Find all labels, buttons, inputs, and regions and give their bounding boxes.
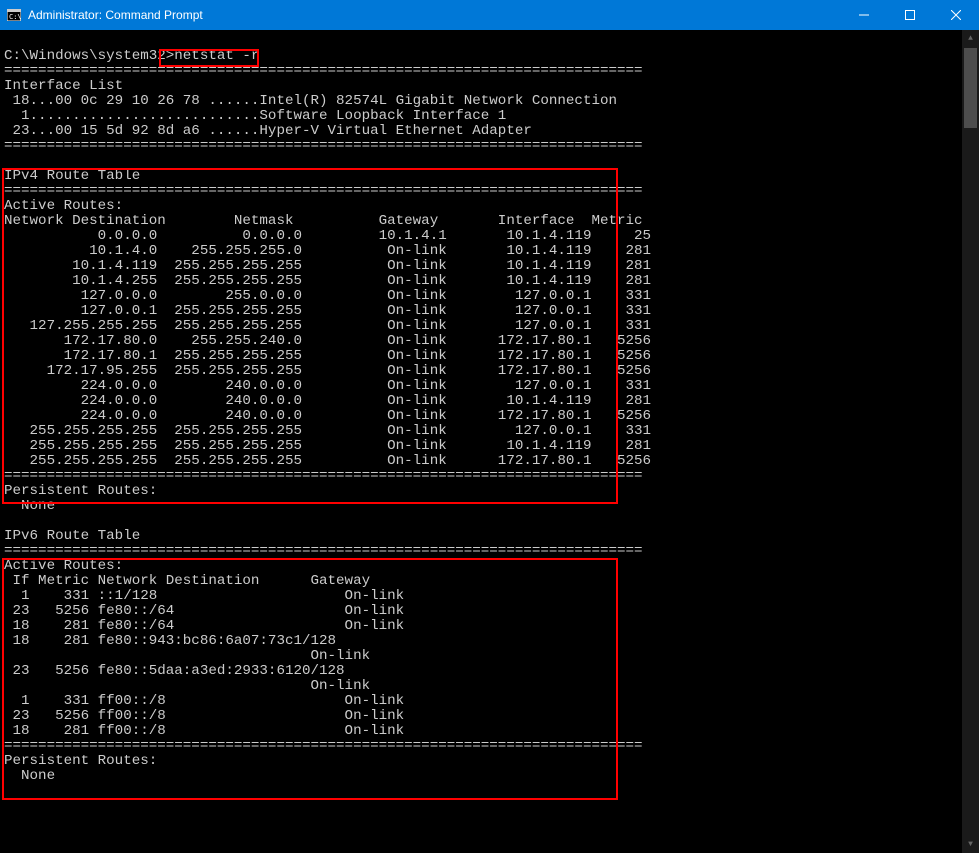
title-bar[interactable]: C:\ Administrator: Command Prompt: [0, 0, 979, 30]
maximize-button[interactable]: [887, 0, 933, 30]
scroll-up-arrow[interactable]: ▲: [962, 30, 979, 47]
window-title: Administrator: Command Prompt: [28, 8, 841, 22]
scroll-down-arrow[interactable]: ▼: [962, 836, 979, 853]
svg-text:C:\: C:\: [9, 13, 21, 21]
close-button[interactable]: [933, 0, 979, 30]
vertical-scrollbar[interactable]: ▲ ▼: [962, 30, 979, 853]
terminal-output[interactable]: C:\Windows\system32>netstat -r =========…: [0, 30, 979, 853]
minimize-button[interactable]: [841, 0, 887, 30]
app-icon: C:\: [6, 7, 22, 23]
scrollbar-thumb[interactable]: [964, 48, 977, 128]
window-controls: [841, 0, 979, 30]
